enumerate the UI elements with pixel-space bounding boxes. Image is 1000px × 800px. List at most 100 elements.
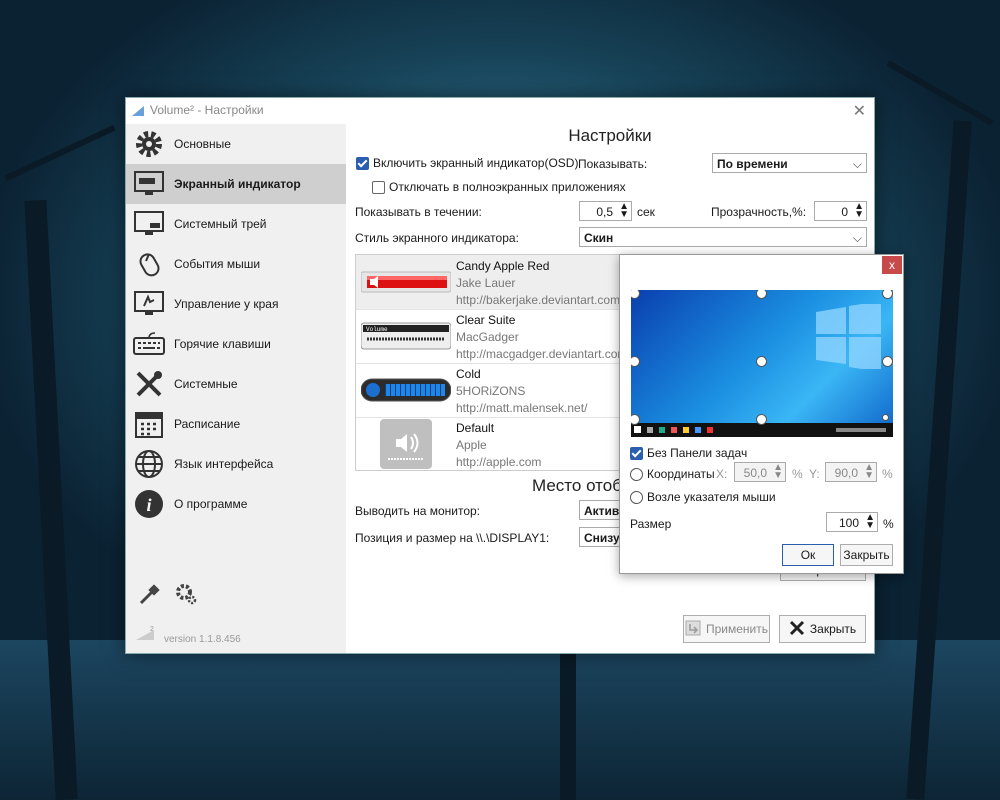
resize-handle[interactable] — [882, 414, 889, 421]
skin-name: Default — [456, 421, 495, 435]
style-label: Стиль экранного индикатора: — [355, 231, 519, 245]
checkbox-box[interactable] — [372, 181, 385, 195]
y-spinner[interactable]: 90,0 ▲ ▼ — [825, 462, 877, 482]
skin-list-item[interactable]: Candy Apple Red Jake Lauer http://bakerj… — [356, 255, 621, 310]
spinner-arrows-icon[interactable]: ▲ ▼ — [773, 463, 783, 481]
sidebar-item-system[interactable]: Системные — [126, 364, 346, 404]
skin-url: http://matt.malensek.net/ — [456, 401, 588, 415]
size-spinner[interactable]: 100 ▲ ▼ — [826, 512, 878, 532]
spinner-arrows-icon[interactable]: ▲ ▼ — [864, 463, 874, 481]
skin-list-item[interactable]: Default Apple http://apple.com — [356, 417, 621, 470]
dialog-close-button[interactable]: x — [882, 256, 902, 274]
dialog-close-text-button[interactable]: Закрыть — [840, 544, 893, 566]
section-title-settings: Настройки — [568, 126, 652, 145]
fullscreen-disable-checkbox[interactable]: Отключать в полноэкранных приложениях — [372, 180, 626, 195]
sidebar-item-label: Системные — [174, 377, 238, 391]
resize-handle[interactable] — [631, 290, 640, 299]
tree-branch-left — [4, 124, 116, 182]
desktop-ground — [0, 640, 1000, 800]
sidebar-item-about[interactable]: i О программе — [126, 484, 346, 524]
sidebar-item-label: Экранный индикатор — [174, 177, 301, 191]
sidebar-item-screen-edge[interactable]: Управление у края — [126, 284, 346, 324]
resize-handle[interactable] — [631, 356, 640, 367]
near-mouse-label: Возле указателя мыши — [647, 490, 776, 504]
close-label: Закрыть — [809, 622, 857, 636]
osd-enable-label: Включить экранный индикатор(OSD) — [373, 156, 579, 170]
position-dialog: x Без Панели задач Координаты X: 50,0 ▲ ▼… — [619, 254, 904, 574]
skin-url: http://macgadger.deviantart.com — [456, 347, 622, 361]
transparency-spinner[interactable]: 0 ▲ ▼ — [814, 201, 867, 221]
style-select[interactable]: Скин ⌵ — [579, 227, 867, 247]
resize-handle[interactable] — [756, 414, 767, 425]
keyboard-icon — [132, 327, 166, 361]
spinner-arrows-icon[interactable]: ▲ ▼ — [854, 202, 864, 220]
skin-editor-icon[interactable] — [138, 584, 160, 609]
tree-trunk-center — [560, 640, 576, 800]
osd-enable-checkbox[interactable]: Включить экранный индикатор(OSD) — [356, 156, 579, 171]
skin-name: Cold — [456, 367, 481, 381]
sidebar-item-label: Горячие клавиши — [174, 337, 271, 351]
sidebar-item-label: О программе — [174, 497, 248, 511]
size-percent: % — [883, 517, 894, 531]
sidebar-item-label: Управление у края — [174, 297, 279, 311]
x-spinner[interactable]: 50,0 ▲ ▼ — [734, 462, 786, 482]
sidebar-item-hotkeys[interactable]: Горячие клавиши — [126, 324, 346, 364]
sidebar-item-schedule[interactable]: Расписание — [126, 404, 346, 444]
skin-list-item[interactable]: Volume Clear Suite MacGadger http://macg… — [356, 309, 621, 364]
skin-author: MacGadger — [456, 330, 519, 344]
resize-handle[interactable] — [882, 356, 893, 367]
sidebar-item-label: Расписание — [174, 417, 241, 431]
svg-text:i: i — [146, 495, 151, 515]
resize-handle[interactable] — [756, 290, 767, 299]
sidebar-item-osd[interactable]: Экранный индикатор — [126, 164, 346, 204]
near-mouse-radio[interactable]: Возле указателя мыши — [630, 490, 776, 505]
skin-list-item[interactable]: Cold 5HORiZONS http://matt.malensek.net/ — [356, 363, 621, 418]
duration-value: 0,5 — [596, 205, 613, 219]
duration-spinner[interactable]: 0,5 ▲ ▼ — [579, 201, 632, 221]
close-button[interactable]: Закрыть — [779, 615, 866, 643]
monitor-label: Выводить на монитор: — [355, 504, 480, 518]
x-label: X: — [716, 467, 728, 481]
skin-author: Apple — [456, 438, 487, 452]
screen-edge-icon — [132, 287, 166, 321]
sidebar: Основные Экранный индикатор Системный тр… — [126, 124, 346, 653]
skin-name: Clear Suite — [456, 313, 516, 327]
chevron-down-icon: ⌵ — [852, 157, 862, 171]
dialog-close-label: Закрыть — [843, 548, 890, 562]
ok-button[interactable]: Ок — [782, 544, 834, 566]
resize-handle[interactable] — [756, 356, 767, 367]
section-title-placement: Место отоб — [532, 476, 622, 495]
sidebar-item-mouse[interactable]: События мыши — [126, 244, 346, 284]
show-mode-select[interactable]: По времени ⌵ — [712, 153, 867, 173]
resize-handle[interactable] — [882, 290, 893, 299]
radio-circle[interactable] — [630, 491, 643, 505]
advanced-settings-icon[interactable] — [174, 582, 198, 609]
sidebar-item-label: События мыши — [174, 257, 261, 271]
apply-button[interactable]: Применить — [683, 615, 770, 643]
sidebar-item-label: Системный трей — [174, 217, 267, 231]
skin-name: Candy Apple Red — [456, 259, 550, 273]
show-label: Показывать: — [578, 157, 648, 171]
sidebar-item-tray[interactable]: Системный трей — [126, 204, 346, 244]
screen-preview[interactable] — [631, 290, 893, 437]
skin-list[interactable]: Candy Apple Red Jake Lauer http://bakerj… — [355, 254, 622, 471]
duration-label: Показывать в течении: — [355, 205, 482, 219]
no-taskbar-checkbox[interactable]: Без Панели задач — [630, 446, 747, 461]
checkbox-box[interactable] — [630, 447, 643, 461]
sidebar-item-language[interactable]: Язык интерфейса — [126, 444, 346, 484]
mouse-icon — [132, 247, 166, 281]
tree-branch-right — [886, 60, 994, 126]
radio-circle[interactable] — [630, 468, 643, 482]
position-label: Позиция и размер на \\.\DISPLAY1: — [355, 531, 550, 545]
globe-icon — [132, 447, 166, 481]
tools-icon — [132, 367, 166, 401]
checkbox-box[interactable] — [356, 157, 369, 171]
window-close-button[interactable]: ✕ — [853, 101, 866, 121]
spinner-arrows-icon[interactable]: ▲ ▼ — [619, 202, 629, 220]
size-value: 100 — [838, 516, 859, 530]
volume-app-icon — [132, 106, 144, 116]
coords-radio[interactable]: Координаты — [630, 467, 715, 482]
spinner-arrows-icon[interactable]: ▲ ▼ — [865, 513, 875, 531]
sidebar-item-label: Основные — [174, 137, 231, 151]
sidebar-item-general[interactable]: Основные — [126, 124, 346, 164]
